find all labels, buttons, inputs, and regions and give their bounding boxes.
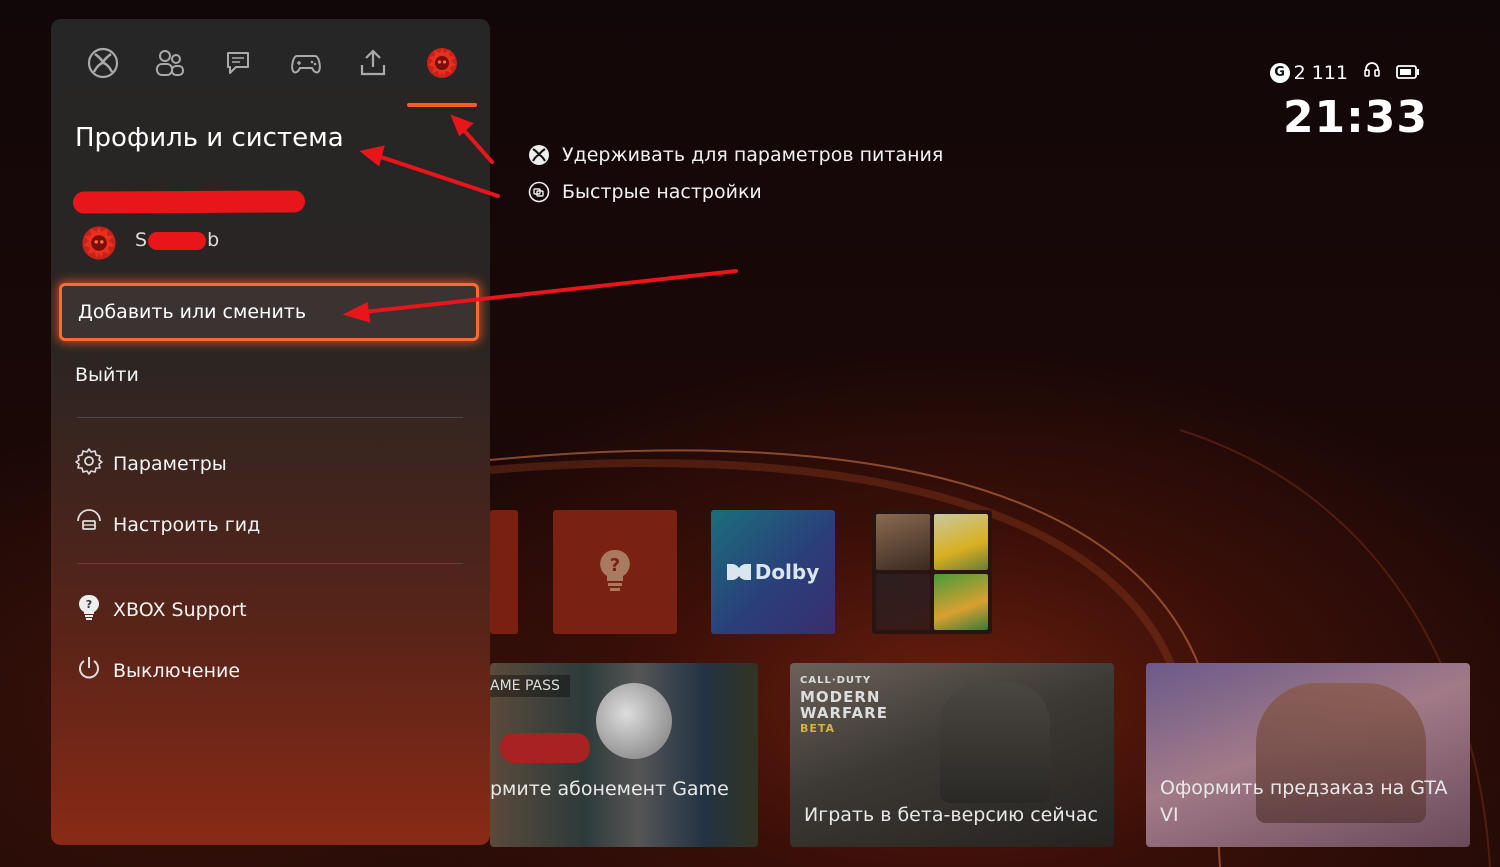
gta-caption: Оформить предзаказ на GTA VI: [1160, 777, 1448, 826]
profile-icon: [424, 45, 460, 85]
settings-button[interactable]: Параметры: [75, 447, 227, 480]
svg-text:?: ?: [610, 555, 620, 576]
battery-icon: [1396, 62, 1420, 84]
hint-power-text: Удерживать для параметров питания: [562, 143, 944, 166]
settings-label: Параметры: [113, 452, 227, 475]
game-pass-tag: AME PASS: [490, 675, 570, 697]
gear-icon: [75, 447, 103, 480]
panel-title: Профиль и система: [75, 123, 344, 153]
divider: [77, 417, 463, 418]
tab-controller[interactable]: [286, 45, 326, 85]
guide-tabs: [51, 19, 490, 119]
people-icon: [154, 47, 186, 83]
gamerscore: G 2 111: [1269, 61, 1348, 84]
tab-profile-system[interactable]: [422, 45, 462, 85]
dolby-label: Dolby: [754, 560, 820, 584]
svg-text:?: ?: [86, 598, 92, 611]
power-label: Выключение: [113, 659, 241, 682]
pinned-tile-dolby[interactable]: Dolby: [711, 510, 835, 634]
mw-logo: CALL·DUTY MODERN WARFARE BETA: [800, 675, 888, 735]
soccer-ball-art: [596, 683, 672, 759]
game-thumb-forza: [934, 514, 988, 570]
guide-panel: Профиль и система Sb Добавить или сменит…: [51, 19, 490, 845]
banner-game-pass[interactable]: AME PASS рмите абонемент Game: [490, 663, 758, 847]
power-icon: [75, 654, 103, 687]
redacted-gamertag: [72, 190, 306, 214]
customize-guide-button[interactable]: Настроить гид: [75, 508, 260, 541]
tab-people[interactable]: [150, 45, 190, 85]
xbox-support-button[interactable]: ? XBOX Support: [75, 593, 247, 626]
banner-gta[interactable]: Оформить предзаказ на GTA VI: [1146, 663, 1470, 847]
clock: 21:33: [1282, 92, 1428, 143]
button-hints: Удерживать для параметров питания Быстры…: [528, 136, 943, 210]
guide-customize-icon: [75, 508, 103, 541]
power-button[interactable]: Выключение: [75, 654, 240, 687]
car-art: [500, 733, 590, 763]
gamerscore-value: 2 111: [1293, 61, 1348, 84]
game-thumb-pvz: [934, 574, 988, 630]
xbox-support-label: XBOX Support: [113, 598, 247, 621]
game-thumb-mad-max: [876, 514, 930, 570]
status-bar: G 2 111: [1269, 60, 1420, 85]
divider: [77, 563, 463, 564]
add-or-switch-label: Добавить или сменить: [78, 301, 307, 323]
game-pass-caption: рмите абонемент Game: [490, 778, 729, 800]
redacted-username: [148, 231, 207, 250]
xbox-icon: [528, 144, 550, 166]
soldier-art: [940, 683, 1050, 803]
hint-quick-settings: Быстрые настройки: [528, 173, 943, 210]
tab-chat[interactable]: [218, 45, 258, 85]
tab-share[interactable]: [353, 45, 393, 85]
view-button-icon: [528, 181, 550, 203]
share-icon: [357, 47, 389, 83]
game-thumb-dark: [876, 574, 930, 630]
hint-power: Удерживать для параметров питания: [528, 136, 943, 173]
gamerscore-icon: G: [1269, 62, 1290, 83]
hint-quick-settings-text: Быстрые настройки: [562, 180, 762, 203]
lightbulb-icon: ?: [598, 548, 632, 596]
avatar: [79, 223, 119, 263]
chat-icon: [222, 47, 254, 83]
xbox-icon: [87, 47, 119, 83]
sign-out-button[interactable]: Выйти: [75, 364, 139, 386]
add-or-switch-button[interactable]: Добавить или сменить: [59, 283, 479, 341]
pinned-tile-games-group[interactable]: [872, 510, 992, 634]
tab-home[interactable]: [83, 45, 123, 85]
mw-caption: Играть в бета-версию сейчас: [804, 804, 1098, 826]
banner-modern-warfare[interactable]: CALL·DUTY MODERN WARFARE BETA Играть в б…: [790, 663, 1114, 847]
dolby-logo: Dolby: [726, 560, 820, 584]
customize-guide-label: Настроить гид: [113, 513, 261, 536]
controller-icon: [289, 47, 323, 83]
sign-out-label: Выйти: [75, 364, 139, 386]
username: Sb: [135, 229, 220, 251]
active-tab-indicator: [407, 103, 477, 107]
pinned-tile-tips[interactable]: ?: [553, 510, 677, 634]
pinned-tile-partial[interactable]: [490, 510, 518, 634]
headset-icon: [1362, 60, 1382, 85]
lightbulb-icon: ?: [75, 593, 103, 626]
